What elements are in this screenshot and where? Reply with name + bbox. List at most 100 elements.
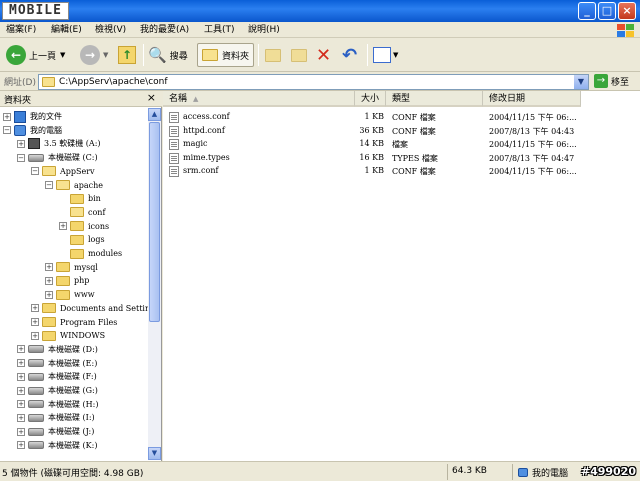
scroll-thumb[interactable] (149, 122, 160, 322)
expand-icon[interactable]: + (17, 400, 25, 409)
tree-item[interactable]: + 本機磁碟 (F:) (17, 370, 97, 383)
address-dropdown-icon[interactable]: ▼ (574, 75, 588, 89)
drive-icon (28, 427, 44, 436)
search-button[interactable]: 🔍 搜尋 (148, 43, 188, 67)
column-name-label: 名稱 (169, 94, 188, 104)
menu-favorites[interactable]: 我的最愛(A) (140, 24, 189, 36)
tree-item[interactable]: + WINDOWS (31, 329, 105, 342)
documents-icon (14, 110, 26, 123)
expand-icon[interactable]: + (17, 427, 25, 436)
expand-icon[interactable]: + (31, 331, 39, 340)
expand-icon[interactable]: + (45, 263, 53, 272)
tree-item[interactable]: + Program Files (31, 316, 117, 329)
tree-item[interactable]: +3.5 軟碟機 (A:) (17, 137, 101, 150)
tree-item[interactable]: + 本機磁碟 (K:) (17, 439, 97, 452)
tree-item[interactable]: − 我的電腦 (3, 124, 62, 137)
tree-item-label: 本機磁碟 (I:) (48, 413, 95, 423)
expand-icon[interactable]: + (59, 222, 67, 231)
tree-item[interactable]: + 本機磁碟 (H:) (17, 398, 98, 411)
folders-button[interactable]: 資料夾 (197, 43, 255, 67)
tree-item[interactable]: bin (59, 192, 101, 205)
tree-item[interactable]: + 本機磁碟 (I:) (17, 411, 95, 424)
expand-icon[interactable]: + (31, 304, 39, 313)
file-row[interactable]: magic 14 KB 檔案 2004/11/15 下午 06:... (163, 138, 640, 151)
scroll-up-icon[interactable]: ▲ (148, 108, 161, 121)
close-button[interactable]: × (618, 2, 636, 20)
go-button[interactable]: → 移至 (594, 74, 629, 88)
collapse-icon[interactable]: − (31, 167, 39, 176)
tree-item[interactable]: + 本機磁碟 (E:) (17, 357, 97, 370)
file-row[interactable]: access.conf 1 KB CONF 檔案 2004/11/15 下午 06:.… (163, 111, 640, 124)
tree-item[interactable]: − apache (45, 179, 103, 192)
tree-item[interactable]: + icons (59, 220, 109, 233)
file-row[interactable]: srm.conf 1 KB CONF 檔案 2004/11/15 下午 06:... (163, 165, 640, 178)
maximize-button[interactable]: □ (598, 2, 616, 20)
watermark: #499020 (580, 465, 636, 478)
menu-edit[interactable]: 編輯(E) (51, 24, 82, 36)
menu-file[interactable]: 檔案(F) (6, 24, 36, 36)
expand-icon[interactable]: + (31, 318, 39, 326)
drive-icon (28, 441, 44, 450)
tree-item[interactable]: + mysql (45, 261, 98, 274)
tree-item[interactable]: + www (45, 288, 95, 301)
tree-item[interactable]: + 本機磁碟 (G:) (17, 384, 98, 397)
tree-item[interactable]: + php (45, 274, 89, 287)
title-bar[interactable]: MOBILE _ □ × (0, 0, 640, 22)
delete-button[interactable]: ✕ (316, 43, 331, 67)
column-header-type[interactable]: 類型 (386, 91, 483, 107)
expand-icon[interactable]: + (17, 359, 25, 368)
tree-item[interactable]: + 本機磁碟 (J:) (17, 425, 94, 438)
expand-icon[interactable]: + (17, 345, 25, 354)
expand-icon[interactable]: + (17, 441, 25, 450)
folder-tree-scrollbar[interactable]: ▲ ▼ (148, 108, 161, 460)
tree-item[interactable]: + 我的文件 (3, 110, 62, 123)
tree-item[interactable]: + Documents and Setting (31, 302, 148, 315)
expand-icon[interactable]: + (45, 276, 53, 285)
tree-item-label: modules (88, 249, 123, 258)
column-header-name[interactable]: 名稱 ▲ (163, 91, 355, 107)
undo-button[interactable]: ↶ (342, 43, 357, 67)
expand-icon[interactable]: + (17, 139, 25, 148)
tree-item[interactable]: − AppServ (31, 165, 95, 178)
minimize-button[interactable]: _ (578, 2, 596, 20)
file-row[interactable]: mime.types 16 KB TYPES 檔案 2007/8/13 下午 04:4… (163, 152, 640, 165)
tree-item-label: php (74, 276, 90, 286)
tree-item[interactable]: modules (59, 247, 122, 260)
file-size: 36 KB (359, 125, 384, 135)
expand-icon[interactable]: + (17, 386, 25, 395)
tree-item[interactable]: + 本機磁碟 (D:) (17, 343, 98, 356)
forward-button[interactable]: → ▼ (80, 43, 108, 67)
menu-tools[interactable]: 工具(T) (204, 24, 235, 36)
column-type-label: 類型 (392, 94, 411, 104)
move-to-button[interactable] (265, 43, 285, 67)
up-folder-button[interactable]: ↑ (118, 43, 136, 67)
file-name: srm.conf (183, 166, 219, 175)
file-row[interactable]: httpd.conf 36 KB CONF 檔案 2007/8/13 下午 04:43 (163, 125, 640, 138)
expand-icon[interactable]: + (17, 413, 25, 422)
collapse-icon[interactable]: − (3, 126, 11, 135)
menu-help[interactable]: 說明(H) (248, 24, 280, 36)
folder-open-icon (56, 180, 70, 190)
back-button[interactable]: ← 上一頁 ▼ (6, 43, 65, 67)
column-modified-label: 修改日期 (489, 94, 526, 104)
copy-to-button[interactable] (291, 43, 311, 67)
scroll-down-icon[interactable]: ▼ (148, 447, 161, 460)
menu-view[interactable]: 檢視(V) (95, 24, 126, 36)
tree-item[interactable]: − 本機磁碟 (C:) (17, 151, 98, 164)
expand-icon[interactable]: + (17, 372, 25, 381)
views-button[interactable]: ▼ (373, 43, 398, 67)
forward-arrow-icon: → (80, 45, 100, 65)
folder-tree: + 我的文件 − 我的電腦 +3.5 軟碟機 (A:) − 本機磁碟 (C:) − AppSer… (0, 108, 148, 460)
tree-item[interactable]: logs (59, 233, 105, 246)
column-header-modified[interactable]: 修改日期 (483, 91, 581, 107)
address-field[interactable]: C:\AppServ\apache\conf ▼ (38, 74, 589, 90)
collapse-icon[interactable]: − (17, 153, 25, 162)
collapse-icon[interactable]: − (45, 181, 53, 189)
column-header-size[interactable]: 大小 (355, 91, 386, 107)
expand-icon[interactable]: + (45, 290, 53, 299)
close-pane-icon[interactable]: × (147, 91, 156, 104)
expand-icon[interactable]: + (3, 112, 11, 121)
tree-item[interactable]: conf (59, 206, 105, 219)
address-path[interactable]: C:\AppServ\apache\conf (59, 77, 168, 87)
tree-item-label: apache (74, 180, 104, 190)
